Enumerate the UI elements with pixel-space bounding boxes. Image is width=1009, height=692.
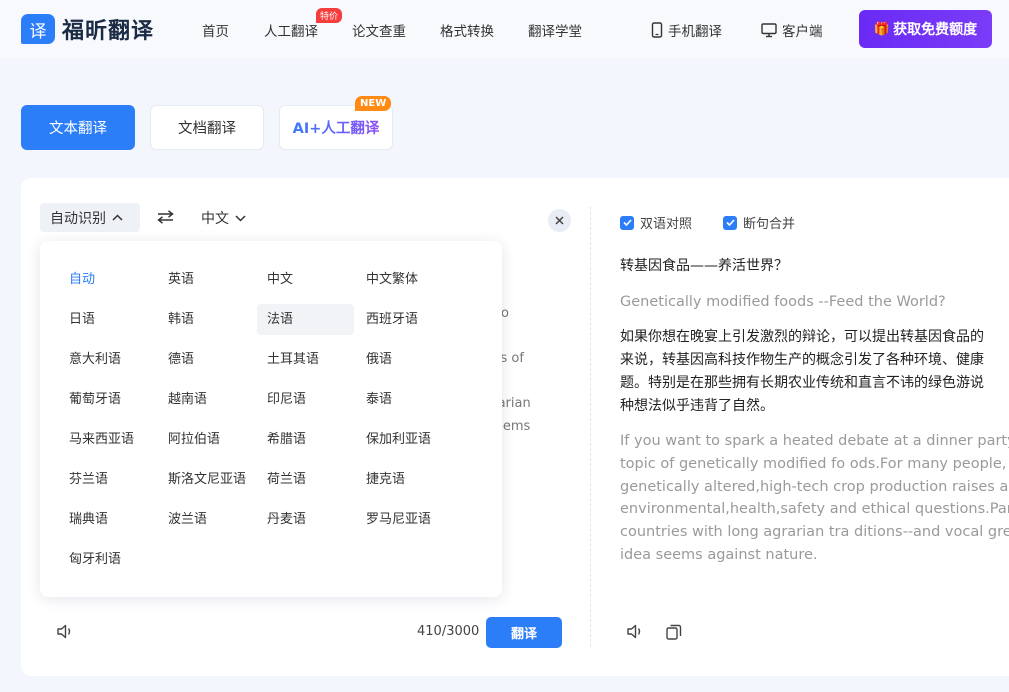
logo-mark-icon: 译 (21, 14, 55, 44)
result-spacer (620, 278, 1009, 291)
translation-result: 转基因食品——养活世界？ Genetically modified foods -… (620, 255, 1009, 566)
language-option[interactable]: 中文 (257, 264, 354, 295)
result-source-line: environmental,health,safety and ethical … (620, 501, 1009, 518)
language-option[interactable]: 捷克语 (356, 464, 453, 495)
language-option[interactable]: 日语 (59, 304, 156, 335)
logo[interactable]: 译 福昕翻译 (21, 13, 154, 45)
nav-sale-badge: 特价 (316, 8, 343, 23)
target-language-value: 中文 (201, 211, 229, 227)
nav-home[interactable]: 首页 (202, 20, 229, 40)
language-option[interactable]: 希腊语 (257, 424, 354, 455)
result-spacer (620, 417, 1009, 430)
language-option[interactable]: 斯洛文尼亚语 (158, 464, 255, 495)
panel-divider (590, 207, 591, 647)
language-option[interactable]: 德语 (158, 344, 255, 375)
top-header: 译 福昕翻译 首页 人工翻译 特价 论文查重 格式转换 翻译学堂 手机翻译 客户… (0, 0, 1009, 58)
merge-label: 断句合并 (743, 217, 796, 232)
tab-text-translation[interactable]: 文本翻译 (21, 105, 135, 150)
swap-languages-icon[interactable] (157, 209, 174, 228)
get-free-quota-button[interactable]: 🎁 获取免费额度 (859, 10, 992, 48)
language-option[interactable]: 保加利亚语 (356, 424, 453, 455)
character-counter: 410/3000 (417, 624, 480, 639)
clear-text-button[interactable] (548, 209, 571, 232)
result-source-line: idea seems against nature. (620, 546, 818, 563)
language-option[interactable]: 印尼语 (257, 384, 354, 415)
result-source-line: Genetically modified foods --Feed the Wo… (620, 293, 946, 310)
nav-human-translation[interactable]: 人工翻译 (264, 20, 318, 40)
result-spacer (620, 313, 1009, 326)
result-translation-line: 如果你想在晚宴上引发激烈的辩论，可以提出转基因食品的 (620, 329, 984, 346)
check-icon (622, 219, 632, 226)
result-speaker-icon[interactable] (626, 623, 644, 644)
language-option[interactable]: 英语 (158, 264, 255, 295)
mobile-translate-link[interactable]: 手机翻译 (651, 20, 722, 40)
language-dropdown: 自动 英语 中文 中文繁体日语 韩语 法语 西班牙语意大利语 德语 土耳其语 俄语葡萄牙语 越南语印… (40, 241, 502, 597)
language-option[interactable]: 波兰语 (158, 504, 255, 535)
tab-ai-human-translation[interactable]: AI+人工翻译 (279, 105, 393, 150)
cta-label: 获取免费额度 (893, 22, 978, 38)
target-language-select[interactable]: 中文 (201, 208, 246, 228)
nav-format-convert[interactable]: 格式转换 (440, 20, 494, 40)
result-source-line: topic of genetically modified fo ods.For… (620, 455, 1007, 472)
logo-text: 福昕翻译 (62, 19, 155, 44)
result-source-line: genetically altered,high-tech crop produ… (620, 478, 1009, 495)
result-source-line: countries with long agrarian tra ditions… (620, 524, 1009, 541)
language-option[interactable]: 越南语 (158, 384, 255, 415)
result-translation-line: 种想法似乎违背了自然。 (620, 397, 774, 414)
language-option[interactable]: 丹麦语 (257, 504, 354, 535)
language-option[interactable]: 土耳其语 (257, 344, 354, 375)
source-language-select[interactable]: 自动识别 (40, 203, 140, 232)
language-option[interactable]: 葡萄牙语 (59, 384, 156, 415)
nav-plagiarism-check[interactable]: 论文查重 (352, 20, 406, 40)
language-option[interactable]: 瑞典语 (59, 504, 156, 535)
language-option[interactable]: 匈牙利语 (59, 544, 156, 575)
monitor-icon (761, 22, 777, 37)
client-label: 客户端 (782, 24, 823, 40)
result-translation-line: 来说，转基因高科技作物生产的概念引发了各种环境、健康 (620, 352, 984, 369)
translate-button[interactable]: 翻译 (486, 617, 562, 648)
phone-icon (651, 22, 663, 38)
gift-icon: 🎁 (873, 21, 891, 37)
language-option[interactable]: 泰语 (356, 384, 453, 415)
language-option[interactable]: 阿拉伯语 (158, 424, 255, 455)
chevron-up-icon (112, 214, 123, 221)
language-option[interactable]: 荷兰语 (257, 464, 354, 495)
result-translation-line: 转基因食品——养活世界？ (620, 258, 788, 274)
language-option[interactable]: 俄语 (356, 344, 453, 375)
source-speaker-icon[interactable] (56, 623, 74, 644)
source-language-value: 自动识别 (50, 210, 106, 227)
language-option[interactable]: 马来西亚语 (59, 424, 156, 455)
close-icon (555, 216, 564, 225)
chevron-down-icon (235, 214, 246, 222)
language-option[interactable]: 法语 (257, 304, 354, 335)
merge-checkbox[interactable] (723, 215, 737, 230)
language-option[interactable]: 芬兰语 (59, 464, 156, 495)
result-translation-line: 题。特别是在那些拥有长期农业传统和直言不讳的绿色游说 (620, 374, 984, 391)
language-option[interactable]: 罗马尼亚语 (356, 504, 453, 535)
copy-icon[interactable] (665, 623, 683, 645)
bilingual-checkbox[interactable] (620, 215, 634, 230)
bilingual-label: 双语对照 (640, 217, 693, 232)
language-option[interactable]: 韩语 (158, 304, 255, 335)
language-option[interactable]: 自动 (59, 264, 156, 295)
tab-document-translation[interactable]: 文档翻译 (150, 105, 264, 150)
mobile-translate-label: 手机翻译 (668, 24, 722, 40)
client-download-link[interactable]: 客户端 (761, 20, 823, 40)
language-option[interactable]: 西班牙语 (356, 304, 453, 335)
language-option[interactable]: 中文繁体 (356, 264, 453, 295)
bilingual-compare-option[interactable]: 双语对照 (620, 213, 692, 232)
new-badge: NEW (355, 96, 392, 111)
nav-translation-school[interactable]: 翻译学堂 (528, 20, 582, 40)
language-option[interactable]: 意大利语 (59, 344, 156, 375)
check-icon (725, 219, 735, 226)
result-source-line: If you want to spark a heated debate at … (620, 433, 1009, 450)
merge-sentences-option[interactable]: 断句合并 (723, 213, 795, 232)
tab-ai-label: AI+人工翻译 (293, 117, 380, 138)
